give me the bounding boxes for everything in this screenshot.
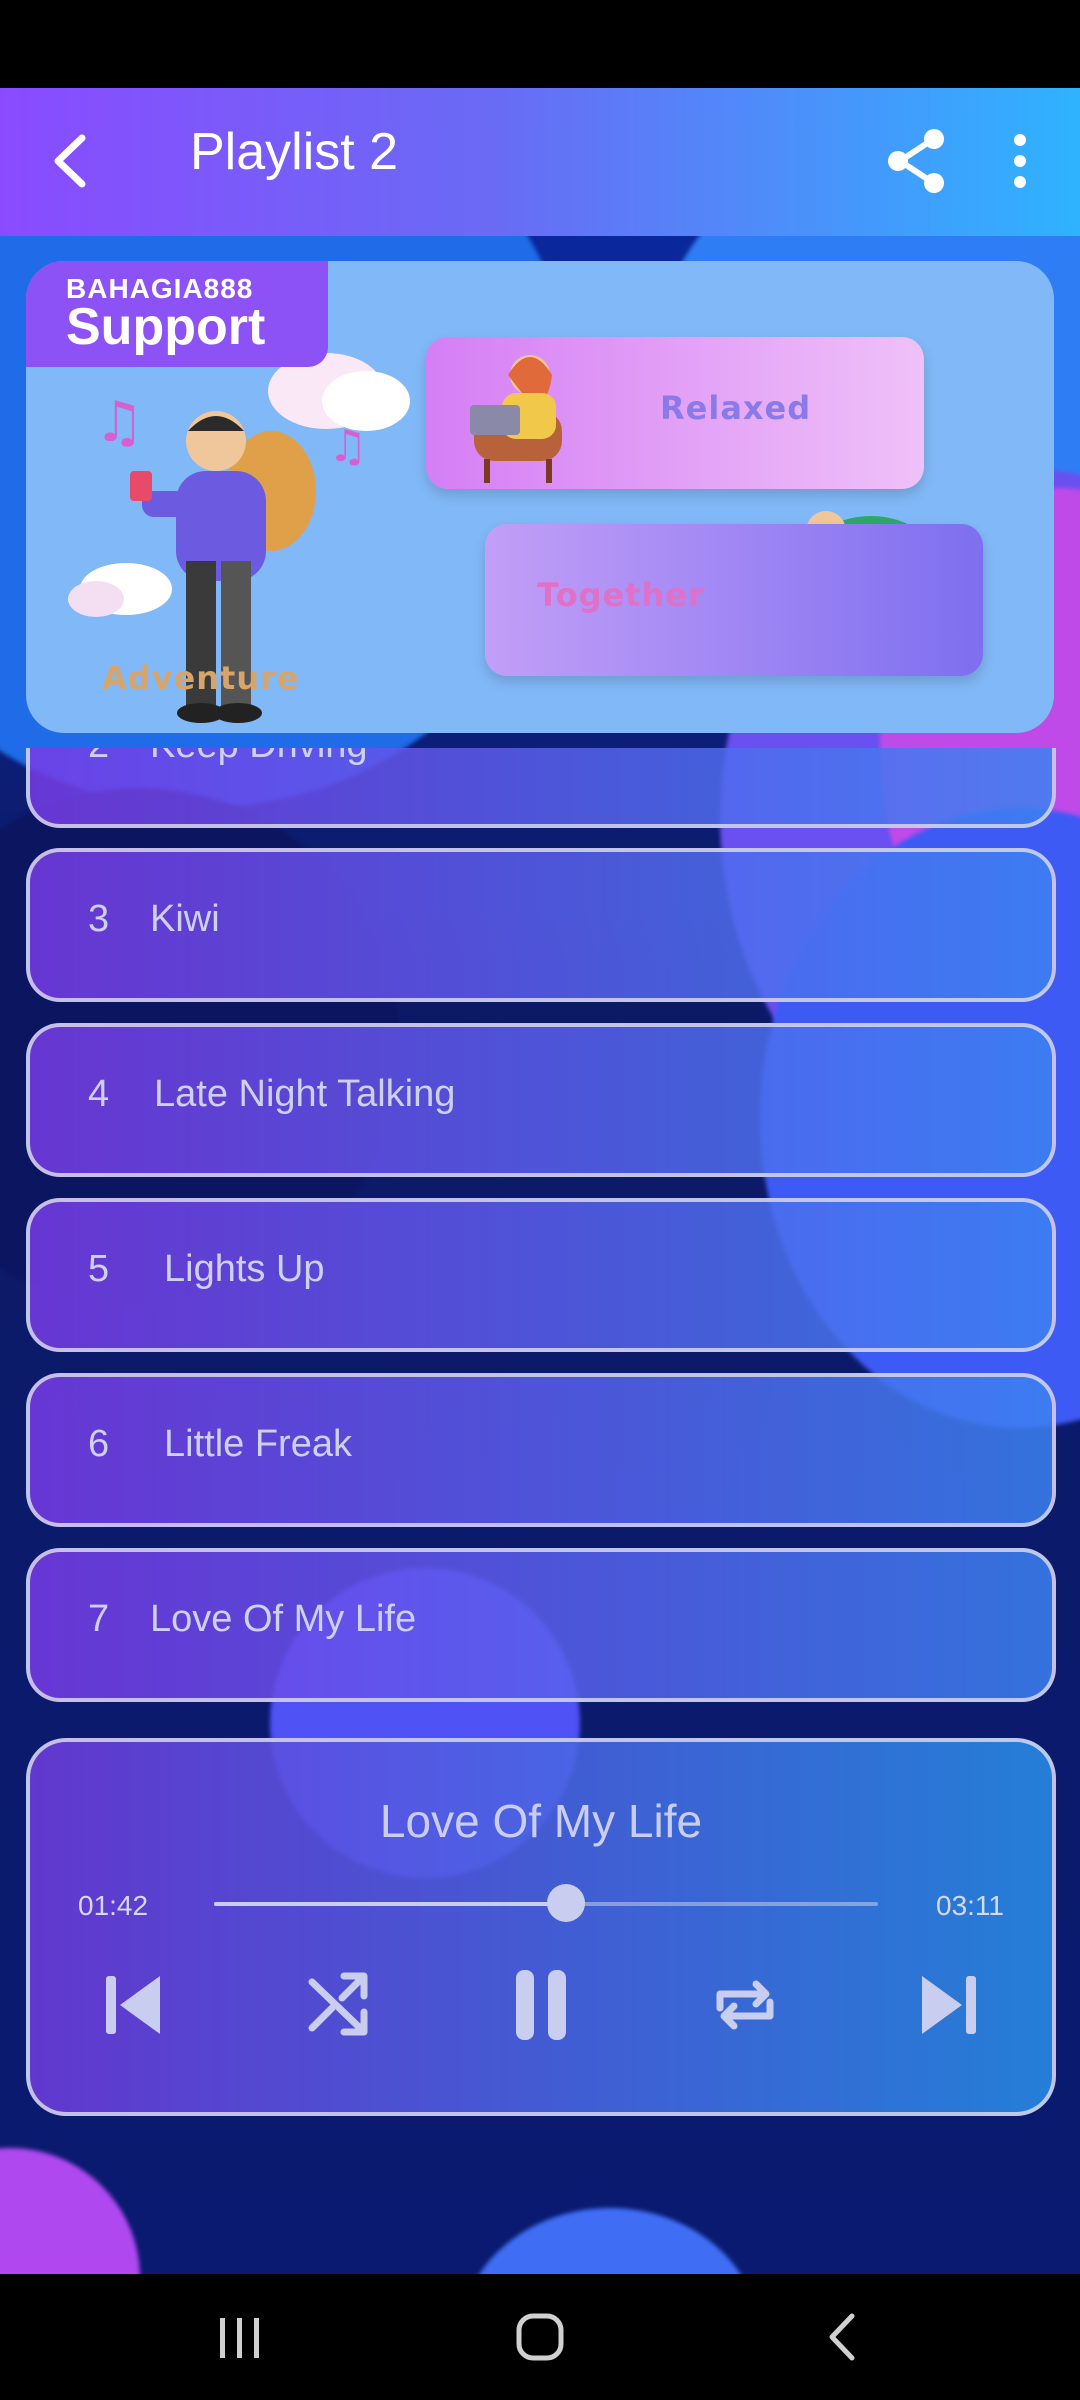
- track-number: 6: [88, 1423, 110, 1465]
- elapsed-time: 01:42: [78, 1890, 149, 1921]
- track-name: Keep Driving: [150, 748, 368, 767]
- app-bar: Playlist 2: [0, 88, 1080, 236]
- track-item[interactable]: 7 Love Of My Life: [26, 1548, 1056, 1702]
- track-name: Lights Up: [164, 1248, 325, 1290]
- promo-banner[interactable]: ♫ ♫ ♫ ♫ ♪ BAHAGIA888 Support Relaxed: [26, 261, 1054, 733]
- track-number: 5: [88, 1248, 110, 1290]
- seek-bar[interactable]: [214, 1884, 878, 1922]
- nav-home-icon: [516, 2313, 564, 2361]
- repeat-icon: [716, 1980, 774, 2030]
- relaxed-pill: Relaxed: [426, 337, 924, 489]
- banner-tag: BAHAGIA888 Support: [26, 261, 328, 367]
- banner-tag-support: Support: [66, 298, 266, 356]
- skip-previous-icon: [106, 1976, 160, 2034]
- track-number: 3: [88, 898, 110, 940]
- total-duration: 03:11: [936, 1890, 1004, 1921]
- seek-thumb[interactable]: [546, 1884, 585, 1922]
- track-item[interactable]: 6 Little Freak: [26, 1373, 1056, 1527]
- pause-button[interactable]: [496, 1960, 586, 2050]
- nav-back-button[interactable]: [798, 2302, 888, 2372]
- track-name: Late Night Talking: [154, 1073, 456, 1115]
- together-label: Together: [537, 576, 705, 614]
- seek-progress: [214, 1902, 566, 1906]
- now-playing-panel: Love Of My Life 01:42 03:11: [26, 1738, 1056, 2116]
- page-title: Playlist 2: [190, 123, 399, 181]
- skip-next-icon: [922, 1976, 976, 2034]
- status-bar: [0, 0, 1080, 88]
- repeat-button[interactable]: [700, 1960, 790, 2050]
- track-item[interactable]: 5 Lights Up: [26, 1198, 1056, 1352]
- next-button[interactable]: [904, 1960, 994, 2050]
- now-playing-title: Love Of My Life: [379, 1795, 703, 1847]
- share-button[interactable]: [880, 124, 954, 198]
- relaxed-illustration: [470, 355, 562, 483]
- shuffle-icon: [308, 1972, 368, 2036]
- track-item[interactable]: 4 Late Night Talking: [26, 1023, 1056, 1177]
- system-nav-bar: [0, 2274, 1080, 2400]
- more-vert-icon: [1014, 134, 1026, 188]
- track-item[interactable]: 2 Keep Driving: [26, 748, 1056, 828]
- share-icon: [888, 129, 944, 193]
- track-number: 2: [88, 748, 109, 767]
- track-name: Kiwi: [150, 898, 220, 940]
- shuffle-button[interactable]: [292, 1960, 382, 2050]
- track-item[interactable]: 3 Kiwi: [26, 848, 1056, 1002]
- track-name: Love Of My Life: [150, 1598, 417, 1640]
- svg-text:♫: ♫: [94, 390, 144, 455]
- relaxed-label: Relaxed: [660, 389, 812, 427]
- together-pill: Together: [485, 524, 983, 676]
- nav-recents-button[interactable]: [194, 2302, 284, 2372]
- nav-recents-icon: [220, 2318, 259, 2358]
- previous-button[interactable]: [88, 1960, 178, 2050]
- pause-icon: [516, 1970, 566, 2040]
- track-name: Little Freak: [164, 1423, 352, 1465]
- track-list: 2 Keep Driving 3 Kiwi 4 Late Night Talki…: [0, 748, 1080, 1708]
- track-number: 4: [88, 1073, 110, 1115]
- adventure-label: Adventure: [102, 659, 300, 697]
- more-options-button[interactable]: [998, 124, 1042, 198]
- track-number: 7: [88, 1598, 110, 1640]
- svg-text:♫: ♫: [328, 421, 367, 472]
- nav-home-button[interactable]: [495, 2302, 585, 2372]
- back-icon: [54, 134, 86, 188]
- back-button[interactable]: [40, 128, 106, 194]
- nav-back-icon: [829, 2313, 855, 2361]
